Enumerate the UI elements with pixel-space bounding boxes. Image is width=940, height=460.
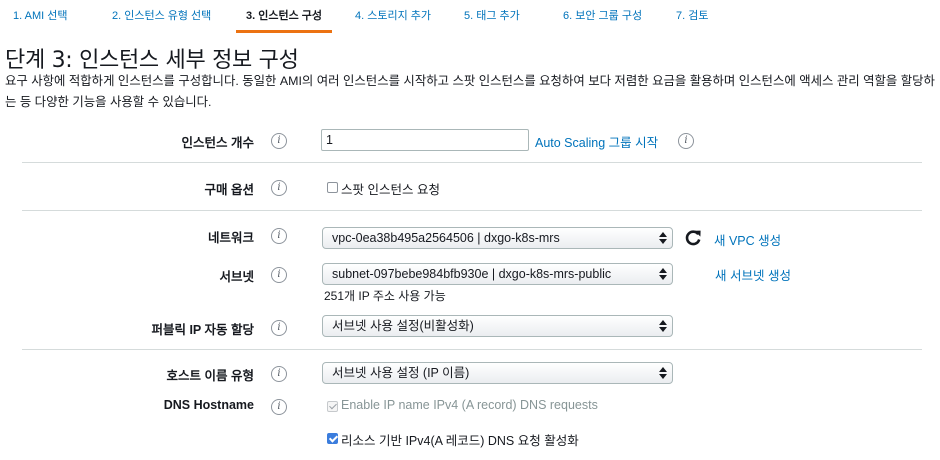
- select-arrows-icon: [659, 366, 668, 380]
- tab-configure-security-group[interactable]: 6. 보안 그룹 구성: [563, 0, 642, 33]
- info-icon[interactable]: i: [271, 180, 287, 196]
- wizard-tabs: 1. AMI 선택 2. 인스턴스 유형 선택 3. 인스턴스 구성 4. 스토…: [0, 0, 940, 33]
- refresh-icon[interactable]: [684, 229, 702, 247]
- spot-instance-checkbox[interactable]: [327, 182, 338, 193]
- create-subnet-link[interactable]: 새 서브넷 생성: [715, 265, 791, 284]
- create-vpc-link[interactable]: 새 VPC 생성: [714, 230, 781, 249]
- tab-choose-ami[interactable]: 1. AMI 선택: [13, 0, 67, 33]
- public-ip-select-value: 서브넷 사용 설정(비활성화): [332, 319, 474, 333]
- spot-instance-checkbox-label: 스팟 인스턴스 요청: [341, 183, 440, 197]
- network-select[interactable]: vpc-0ea38b495a2564506 | dxgo-k8s-mrs: [322, 227, 673, 249]
- network-select-value: vpc-0ea38b495a2564506 | dxgo-k8s-mrs: [332, 231, 560, 245]
- divider: [22, 210, 922, 211]
- info-icon[interactable]: i: [271, 267, 287, 283]
- select-arrows-icon: [659, 267, 668, 281]
- select-arrows-icon: [659, 319, 668, 333]
- divider: [22, 349, 922, 350]
- available-ip-hint: 251개 IP 주소 사용 가능: [324, 289, 446, 303]
- purchase-option-label: 구매 옵션: [204, 183, 254, 197]
- public-ip-select[interactable]: 서브넷 사용 설정(비활성화): [322, 315, 673, 337]
- info-icon[interactable]: i: [678, 133, 694, 149]
- info-icon[interactable]: i: [271, 228, 287, 244]
- tab-review[interactable]: 7. 검토: [676, 0, 708, 33]
- info-icon[interactable]: i: [271, 366, 287, 382]
- resource-name-dns-checkbox-label: 리소스 기반 IPv4(A 레코드) DNS 요청 활성화: [341, 434, 579, 448]
- network-label: 네트워크: [207, 231, 254, 245]
- info-icon[interactable]: i: [271, 133, 287, 149]
- divider: [22, 162, 922, 163]
- tab-add-storage[interactable]: 4. 스토리지 추가: [355, 0, 431, 33]
- resource-name-dns-checkbox[interactable]: [327, 433, 338, 444]
- public-ip-label: 퍼블릭 IP 자동 할당: [151, 323, 254, 337]
- page-description: 요구 사항에 적합하게 인스턴스를 구성합니다. 동일한 AMI의 여러 인스턴…: [5, 74, 935, 109]
- select-arrows-icon: [659, 231, 668, 245]
- subnet-select-value: subnet-097bebe984bfb930e | dxgo-k8s-mrs-…: [332, 267, 612, 281]
- hostname-type-label: 호스트 이름 유형: [166, 369, 254, 383]
- tab-add-tags[interactable]: 5. 태그 추가: [464, 0, 520, 33]
- page-title: 단계 3: 인스턴스 세부 정보 구성: [5, 48, 299, 73]
- tab-configure-instance[interactable]: 3. 인스턴스 구성: [235, 0, 333, 33]
- tab-choose-instance-type[interactable]: 2. 인스턴스 유형 선택: [112, 0, 211, 33]
- subnet-label: 서브넷: [219, 270, 254, 284]
- info-icon[interactable]: i: [271, 399, 287, 415]
- info-icon[interactable]: i: [271, 320, 287, 336]
- instance-count-label: 인스턴스 개수: [181, 136, 254, 150]
- hostname-type-select[interactable]: 서브넷 사용 설정 (IP 이름): [322, 362, 673, 384]
- dns-hostname-label: DNS Hostname: [163, 398, 254, 412]
- subnet-select[interactable]: subnet-097bebe984bfb930e | dxgo-k8s-mrs-…: [322, 263, 673, 285]
- ip-name-dns-checkbox[interactable]: [327, 401, 338, 412]
- instance-count-input[interactable]: [321, 129, 529, 151]
- auto-scaling-link[interactable]: Auto Scaling 그룹 시작: [535, 132, 658, 151]
- ip-name-dns-checkbox-label: Enable IP name IPv4 (A record) DNS reque…: [341, 398, 598, 412]
- hostname-type-select-value: 서브넷 사용 설정 (IP 이름): [332, 366, 470, 380]
